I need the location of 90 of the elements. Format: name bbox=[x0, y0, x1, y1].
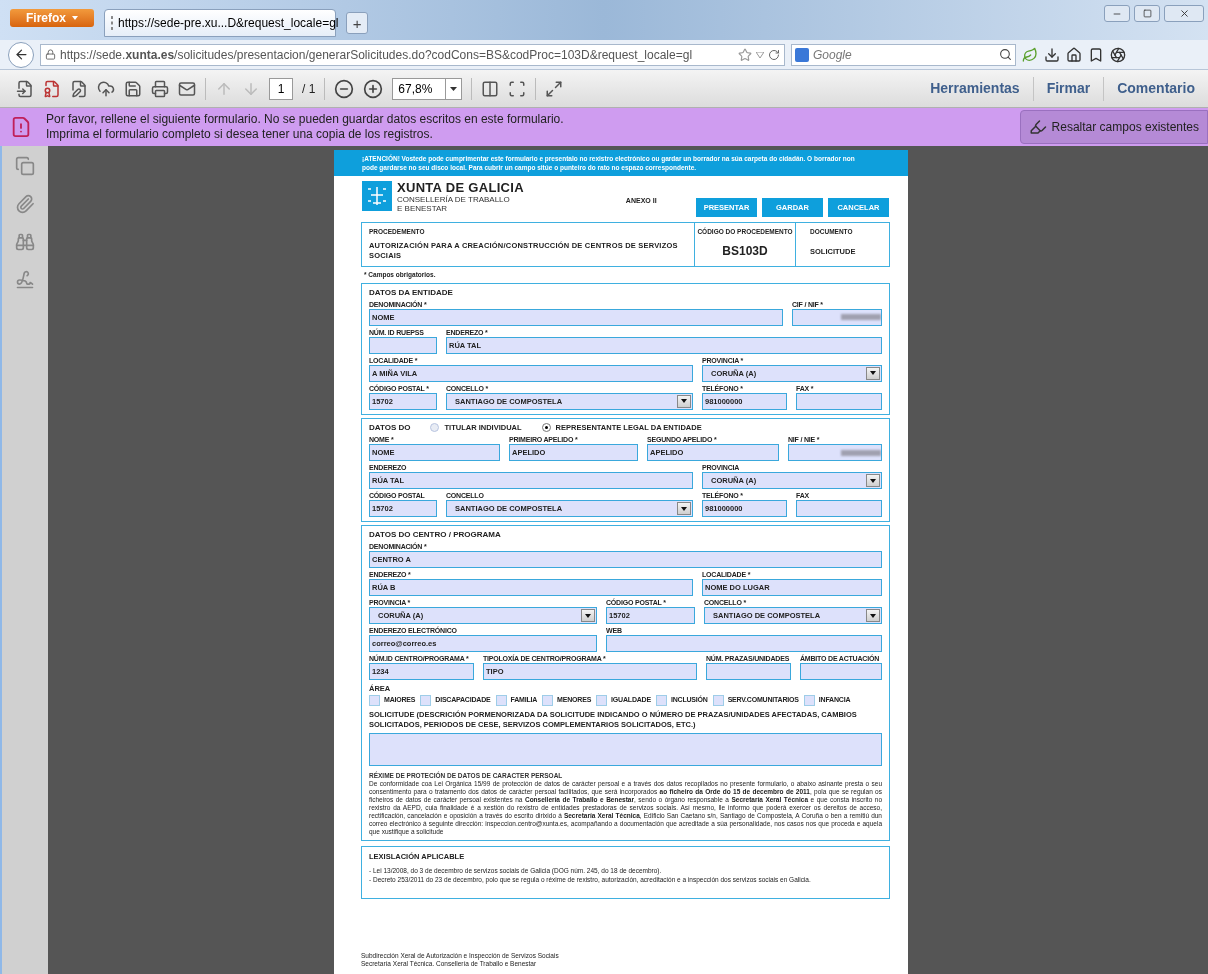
toolbar-menu[interactable]: Comentario bbox=[1104, 78, 1208, 99]
zoom-in-icon[interactable] bbox=[363, 78, 384, 99]
caret-icon bbox=[681, 506, 687, 511]
leaf-icon[interactable] bbox=[1022, 46, 1038, 63]
new-tab-button[interactable]: + bbox=[346, 12, 368, 34]
fullscreen-icon[interactable] bbox=[545, 79, 564, 98]
file-import-icon[interactable] bbox=[16, 79, 34, 98]
back-button[interactable] bbox=[8, 41, 34, 68]
dropdown-button[interactable] bbox=[677, 394, 691, 408]
checkbox[interactable] bbox=[655, 695, 667, 706]
caret-icon bbox=[870, 371, 876, 376]
section-title: DATOS DO bbox=[369, 421, 411, 433]
section-title: DATOS DA ENTIDADE bbox=[369, 286, 453, 298]
input-field[interactable] bbox=[606, 635, 882, 652]
maximize-icon bbox=[1142, 9, 1152, 18]
file-settings-icon[interactable] bbox=[43, 79, 61, 98]
checkbox[interactable] bbox=[712, 695, 724, 706]
logo-subtitle: CONSELLERÍA DE TRABALLO bbox=[397, 195, 511, 204]
checkbox[interactable] bbox=[596, 695, 608, 706]
checkbox[interactable] bbox=[369, 695, 380, 706]
browser-tab[interactable]: https://sede-pre.xu...D&request_locale=gl bbox=[104, 9, 336, 37]
reload-icon[interactable] bbox=[768, 48, 780, 61]
logo-title: XUNTA DE GALICIA bbox=[397, 181, 524, 195]
caret-icon bbox=[72, 16, 78, 20]
toolbar-menu[interactable]: Firmar bbox=[1033, 78, 1104, 99]
pages-icon[interactable] bbox=[15, 156, 35, 176]
input-field[interactable] bbox=[788, 444, 882, 461]
radio-button[interactable] bbox=[430, 422, 440, 432]
input-field[interactable] bbox=[369, 336, 437, 354]
dropdown-button[interactable] bbox=[866, 474, 880, 487]
minimize-button[interactable] bbox=[1104, 5, 1130, 22]
maximize-button[interactable] bbox=[1134, 5, 1160, 22]
cloud-upload-icon[interactable] bbox=[97, 79, 115, 98]
notice-text: Por favor, rellene el siguiente formulario. No se pueden guardar datos escritos en este formulario. bbox=[46, 112, 564, 127]
input-field[interactable] bbox=[800, 663, 882, 680]
home-icon[interactable] bbox=[1066, 46, 1082, 63]
fit-width-icon[interactable] bbox=[481, 79, 500, 98]
highlight-fields-button[interactable]: Resaltar campos existentes bbox=[1019, 110, 1208, 144]
document-warning-icon bbox=[10, 116, 32, 138]
caret-icon bbox=[681, 399, 687, 404]
print-icon[interactable] bbox=[151, 79, 169, 98]
binoculars-icon[interactable] bbox=[15, 232, 35, 252]
close-button[interactable] bbox=[1164, 5, 1204, 22]
caret-icon[interactable] bbox=[756, 51, 764, 58]
checkbox[interactable] bbox=[542, 695, 554, 706]
input-field[interactable] bbox=[792, 308, 882, 326]
page-count: / 1 bbox=[302, 80, 316, 98]
caret-icon bbox=[450, 86, 458, 91]
page-number-field[interactable]: 1 bbox=[269, 77, 293, 100]
toolbar-menu[interactable]: Herramientas bbox=[917, 78, 1033, 99]
checkbox[interactable] bbox=[495, 695, 507, 706]
caret-icon bbox=[585, 613, 591, 618]
checkbox[interactable] bbox=[420, 695, 432, 706]
dropdown-button[interactable] bbox=[581, 609, 595, 622]
input-field[interactable] bbox=[796, 392, 882, 410]
zoom-out-icon[interactable] bbox=[334, 78, 355, 99]
dropdown-button[interactable] bbox=[677, 502, 691, 515]
close-icon bbox=[1178, 8, 1190, 19]
circle-icon[interactable] bbox=[1110, 46, 1126, 63]
signature-icon[interactable] bbox=[15, 270, 35, 290]
lock-icon bbox=[45, 49, 56, 60]
input-field[interactable] bbox=[706, 663, 791, 680]
search-engine-icon[interactable] bbox=[795, 47, 809, 62]
highlight-icon bbox=[1028, 118, 1047, 136]
url-text: https://sede.xunta.es/solicitudes/presentacion/generarSolicitudes.do?codCons=BS&codProc=103D&request_locale=gl bbox=[60, 46, 693, 64]
caret-icon bbox=[870, 613, 876, 618]
file-edit-icon[interactable] bbox=[70, 79, 88, 98]
procedure-code: BS103D bbox=[722, 242, 768, 260]
bookmark-star-icon[interactable] bbox=[738, 47, 752, 62]
section-title: DATOS DO CENTRO / PROGRAMA bbox=[369, 529, 501, 540]
notice-text: Imprima el formulario completo si desea tener una copia de los registros. bbox=[46, 127, 434, 142]
paperclip-icon[interactable] bbox=[15, 194, 35, 214]
mail-icon[interactable] bbox=[178, 79, 196, 98]
save-icon[interactable] bbox=[124, 79, 142, 98]
logo-subtitle: E BENESTAR bbox=[397, 204, 449, 213]
dropdown-button[interactable] bbox=[866, 609, 880, 622]
input-field[interactable] bbox=[796, 500, 882, 517]
address-bar[interactable]: https://sede.xunta.es/solicitudes/presentacion/generarSolicitudes.do?codCons=BS&codProc=103D&request_locale=gl bbox=[40, 43, 785, 66]
zoom-select[interactable]: 67,8% bbox=[392, 77, 463, 100]
search-field[interactable]: Google bbox=[791, 43, 1016, 66]
fit-page-icon[interactable] bbox=[508, 79, 527, 98]
logo-icon bbox=[362, 181, 392, 211]
checkbox[interactable] bbox=[803, 695, 815, 706]
text-area[interactable] bbox=[369, 733, 882, 766]
download-icon[interactable] bbox=[1044, 46, 1060, 63]
caret-icon bbox=[870, 478, 876, 483]
dropdown-button[interactable] bbox=[866, 366, 880, 380]
search-icon[interactable] bbox=[999, 48, 1012, 61]
radio-button[interactable] bbox=[541, 422, 551, 432]
bookmarks-icon[interactable] bbox=[1088, 46, 1104, 63]
